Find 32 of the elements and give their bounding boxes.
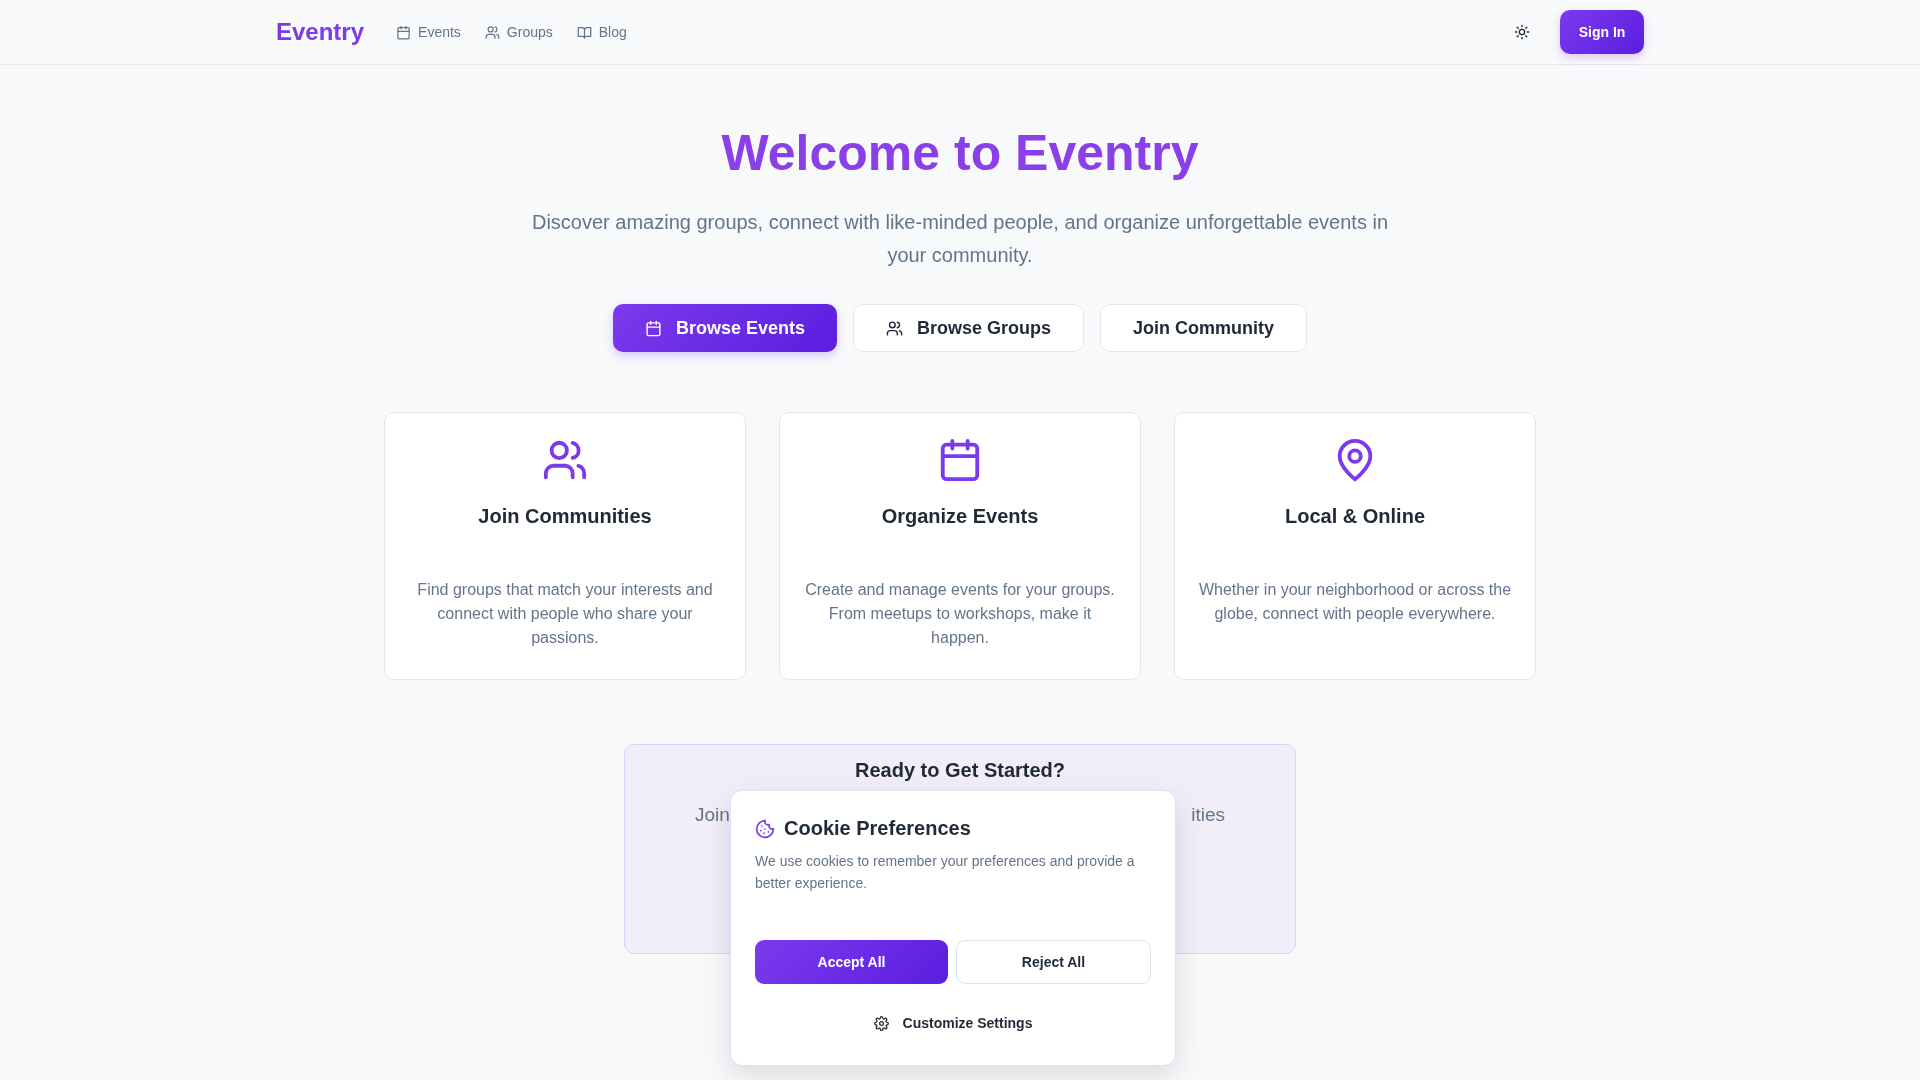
feature-title: Organize Events — [881, 505, 1039, 528]
hero-subtitle: Discover amazing groups, connect with like-minded people, and organize unforgettable events in your community. — [530, 210, 1390, 268]
dialog-title: Cookie Preferences — [784, 817, 971, 840]
calendar-icon — [644, 319, 662, 337]
calendar-icon — [396, 24, 412, 40]
book-icon — [576, 24, 592, 40]
feature-description: Create and manage events for your groups. From meetups to workshops, make it happen. — [804, 580, 1116, 648]
theme-toggle-sun-icon[interactable] — [1514, 24, 1530, 40]
hero-button[interactable]: Browse Events — [612, 304, 837, 352]
cookie-icon — [755, 818, 775, 839]
users-icon — [484, 24, 500, 40]
hero-button[interactable]: Join Community — [1100, 304, 1308, 352]
reject-all-button[interactable]: Reject All — [956, 940, 1151, 984]
nav-link[interactable]: Groups — [484, 24, 553, 40]
logo[interactable]: Eventry — [276, 18, 365, 46]
cta-title: Ready to Get Started? — [853, 759, 1066, 782]
feature-title: Join Communities — [478, 505, 652, 528]
dialog-text: We use cookies to remember your preferences and provide a better experience. — [755, 852, 1136, 893]
nav-link[interactable]: Events — [396, 24, 461, 40]
settings-icon — [873, 1015, 889, 1031]
accept-all-button[interactable]: Accept All — [755, 940, 948, 984]
customize-settings-button[interactable]: Customize Settings — [867, 1014, 1039, 1032]
hero-button[interactable]: Browse Groups — [853, 304, 1085, 352]
hero-title: Welcome to Eventry — [720, 124, 1200, 183]
feature-description: Whether in your neighborhood or across the globe, connect with people everywhere. — [1197, 580, 1513, 624]
feature-description: Find groups that match your interests and connect with people who share your passions. — [416, 580, 714, 648]
nav-link[interactable]: Blog — [576, 24, 627, 40]
cta-text: Join — [695, 804, 730, 826]
feature-title: Local & Online — [1285, 505, 1425, 528]
users-icon — [886, 319, 903, 337]
cta-text: ities — [1191, 804, 1225, 826]
sign-in-button[interactable]: Sign In — [1560, 10, 1644, 54]
